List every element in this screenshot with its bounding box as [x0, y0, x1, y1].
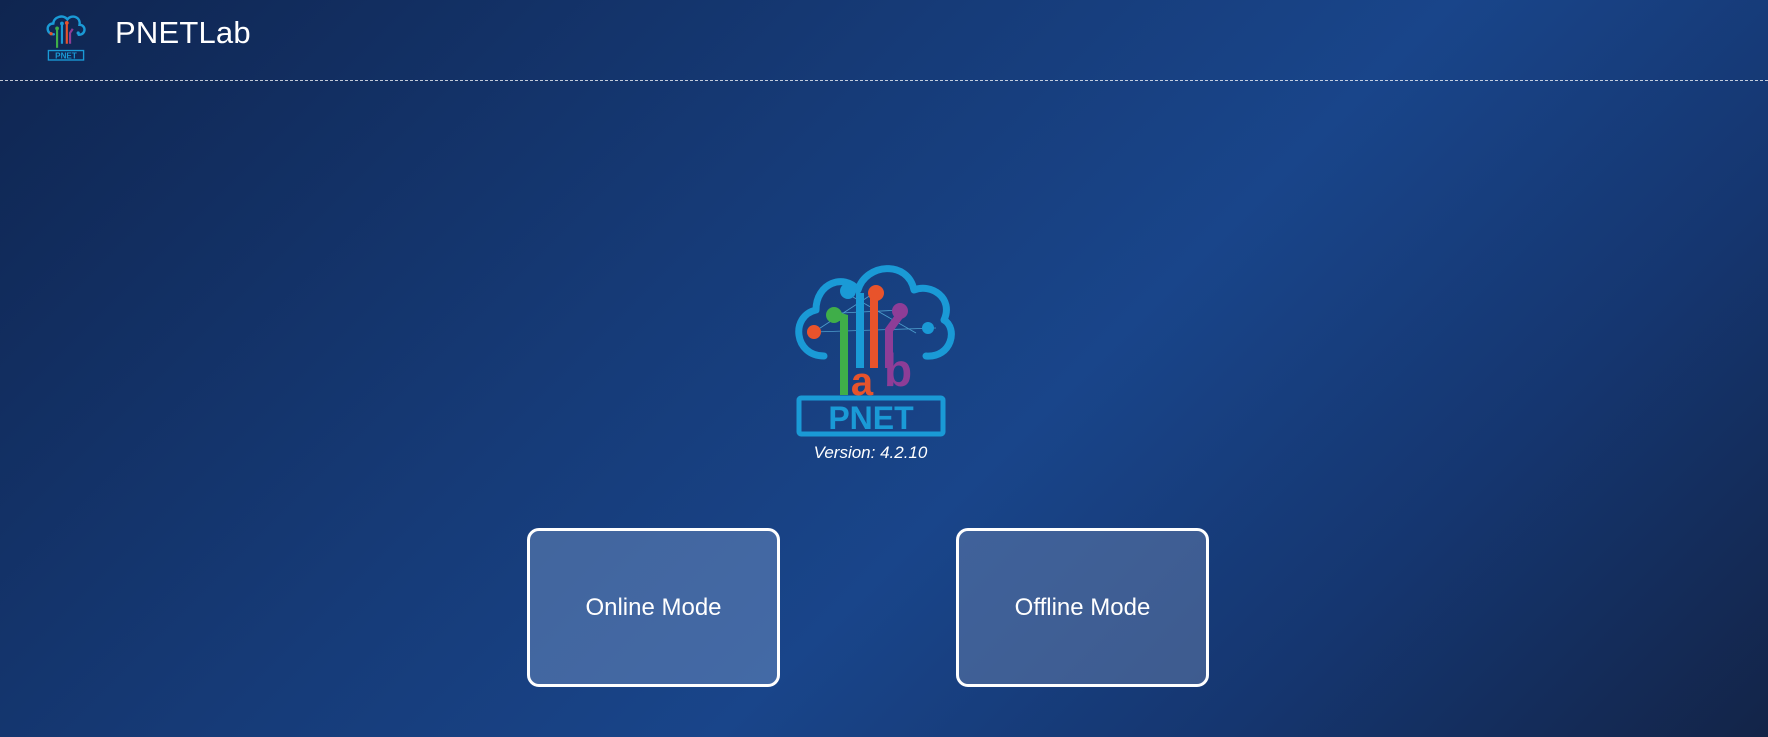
online-mode-label: Online Mode: [585, 593, 722, 621]
svg-text:b: b: [884, 344, 912, 396]
pnetlab-logo-icon: PNET: [46, 15, 86, 61]
offline-mode-button[interactable]: Offline Mode: [956, 528, 1209, 687]
svg-text:PNET: PNET: [828, 400, 914, 436]
online-mode-button[interactable]: Online Mode: [527, 528, 780, 687]
top-bar: PNET PNETLab: [0, 0, 1768, 81]
version-label: Version: 4.2.10: [813, 443, 928, 462]
app-title: PNETLab: [115, 15, 251, 50]
offline-mode-label: Offline Mode: [1014, 593, 1151, 621]
pnetlab-cloud-logo-icon: a b PNET: [795, 265, 955, 437]
svg-text:PNET: PNET: [55, 52, 77, 61]
